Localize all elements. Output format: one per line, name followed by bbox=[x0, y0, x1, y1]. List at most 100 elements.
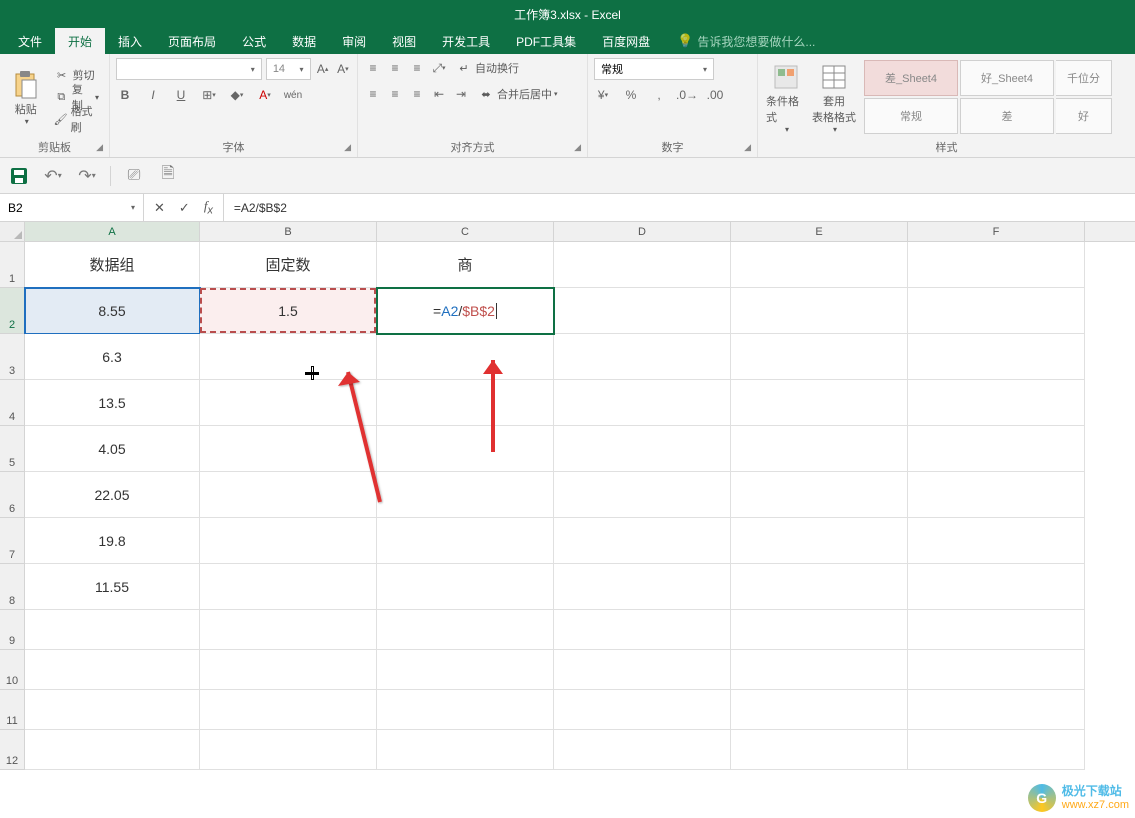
print-preview-icon[interactable]: 🗎 bbox=[157, 165, 179, 187]
cell-F6[interactable] bbox=[908, 472, 1085, 518]
cell-B4[interactable] bbox=[200, 380, 377, 426]
cell-A9[interactable] bbox=[25, 610, 200, 650]
font-color-button[interactable]: A▾ bbox=[256, 86, 274, 104]
col-header-D[interactable]: D bbox=[554, 222, 731, 241]
accounting-format-icon[interactable]: ¥▾ bbox=[594, 86, 612, 104]
font-name-combo[interactable]: ▾ bbox=[116, 58, 262, 80]
cell-C9[interactable] bbox=[377, 610, 554, 650]
cell-F1[interactable] bbox=[908, 242, 1085, 288]
cell-C11[interactable] bbox=[377, 690, 554, 730]
increase-font-icon[interactable]: A▴ bbox=[315, 60, 331, 78]
touch-mode-icon[interactable]: ⎚ bbox=[123, 165, 145, 187]
style-swatch-1[interactable]: 差_Sheet4 bbox=[864, 60, 958, 96]
decrease-font-icon[interactable]: A▾ bbox=[335, 60, 351, 78]
tab-formulas[interactable]: 公式 bbox=[229, 28, 279, 54]
cell-B3[interactable] bbox=[200, 334, 377, 380]
cell-B6[interactable] bbox=[200, 472, 377, 518]
style-swatch-2[interactable]: 好_Sheet4 bbox=[960, 60, 1054, 96]
cell-A3[interactable]: 6.3 bbox=[25, 334, 200, 380]
row-header-10[interactable]: 10 bbox=[0, 650, 25, 690]
orientation-icon[interactable]: ⤢▾ bbox=[430, 59, 448, 77]
fill-color-button[interactable]: ◆▾ bbox=[228, 86, 246, 104]
cell-D9[interactable] bbox=[554, 610, 731, 650]
align-center-icon[interactable]: ≡ bbox=[386, 85, 404, 103]
cell-C6[interactable] bbox=[377, 472, 554, 518]
font-dialog-launcher[interactable]: ◢ bbox=[344, 142, 351, 153]
cell-E5[interactable] bbox=[731, 426, 908, 472]
cell-B12[interactable] bbox=[200, 730, 377, 770]
tab-baidu[interactable]: 百度网盘 bbox=[589, 28, 663, 54]
cell-B11[interactable] bbox=[200, 690, 377, 730]
style-swatch-3[interactable]: 千位分 bbox=[1056, 60, 1112, 96]
row-header-1[interactable]: 1 bbox=[0, 242, 25, 288]
redo-button[interactable]: ↷▾ bbox=[76, 165, 98, 187]
cell-D1[interactable] bbox=[554, 242, 731, 288]
cell-B10[interactable] bbox=[200, 650, 377, 690]
cell-C8[interactable] bbox=[377, 564, 554, 610]
insert-function-button[interactable]: fx bbox=[204, 198, 213, 217]
tab-file[interactable]: 文件 bbox=[5, 28, 55, 54]
tab-review[interactable]: 审阅 bbox=[329, 28, 379, 54]
cell-C10[interactable] bbox=[377, 650, 554, 690]
style-swatch-6[interactable]: 好 bbox=[1056, 98, 1112, 134]
wrap-text-button[interactable]: ↵自动换行 bbox=[452, 58, 523, 78]
cell-styles-gallery[interactable]: 差_Sheet4 好_Sheet4 千位分 常规 差 好 bbox=[864, 60, 1112, 134]
cell-A8[interactable]: 11.55 bbox=[25, 564, 200, 610]
format-as-table-button[interactable]: 套用 表格格式▾ bbox=[812, 57, 856, 138]
cell-C4[interactable] bbox=[377, 380, 554, 426]
tab-home[interactable]: 开始 bbox=[55, 28, 105, 54]
style-swatch-4[interactable]: 常规 bbox=[864, 98, 958, 134]
cell-F9[interactable] bbox=[908, 610, 1085, 650]
cell-A7[interactable]: 19.8 bbox=[25, 518, 200, 564]
cell-C7[interactable] bbox=[377, 518, 554, 564]
cell-F4[interactable] bbox=[908, 380, 1085, 426]
row-header-11[interactable]: 11 bbox=[0, 690, 25, 730]
number-format-combo[interactable]: 常规▾ bbox=[594, 58, 714, 80]
align-top-icon[interactable]: ≡ bbox=[364, 59, 382, 77]
cell-C5[interactable] bbox=[377, 426, 554, 472]
cell-A5[interactable]: 4.05 bbox=[25, 426, 200, 472]
cancel-formula-button[interactable]: ✕ bbox=[154, 200, 165, 216]
cell-E7[interactable] bbox=[731, 518, 908, 564]
save-button[interactable] bbox=[8, 165, 30, 187]
cell-A6[interactable]: 22.05 bbox=[25, 472, 200, 518]
align-right-icon[interactable]: ≡ bbox=[408, 85, 426, 103]
cell-B5[interactable] bbox=[200, 426, 377, 472]
tab-developer[interactable]: 开发工具 bbox=[429, 28, 503, 54]
border-button[interactable]: ⊞▾ bbox=[200, 86, 218, 104]
cell-E11[interactable] bbox=[731, 690, 908, 730]
percent-format-icon[interactable]: % bbox=[622, 86, 640, 104]
col-header-E[interactable]: E bbox=[731, 222, 908, 241]
increase-decimal-icon[interactable]: .0→ bbox=[678, 86, 696, 104]
cell-E3[interactable] bbox=[731, 334, 908, 380]
cell-E10[interactable] bbox=[731, 650, 908, 690]
cell-D6[interactable] bbox=[554, 472, 731, 518]
number-dialog-launcher[interactable]: ◢ bbox=[744, 142, 751, 153]
cell-E6[interactable] bbox=[731, 472, 908, 518]
cell-A11[interactable] bbox=[25, 690, 200, 730]
row-header-9[interactable]: 9 bbox=[0, 610, 25, 650]
cell-E9[interactable] bbox=[731, 610, 908, 650]
tell-me-search[interactable]: 💡 告诉我您想要做什么... bbox=[677, 28, 815, 54]
row-header-8[interactable]: 8 bbox=[0, 564, 25, 610]
cell-C1[interactable]: 商 bbox=[377, 242, 554, 288]
align-middle-icon[interactable]: ≡ bbox=[386, 59, 404, 77]
phonetic-button[interactable]: wén bbox=[284, 86, 302, 104]
cell-D3[interactable] bbox=[554, 334, 731, 380]
increase-indent-icon[interactable]: ⇥ bbox=[452, 85, 470, 103]
cell-C12[interactable] bbox=[377, 730, 554, 770]
formula-input[interactable]: =A2/$B$2 bbox=[224, 194, 1135, 221]
cell-F11[interactable] bbox=[908, 690, 1085, 730]
decrease-indent-icon[interactable]: ⇤ bbox=[430, 85, 448, 103]
cell-F3[interactable] bbox=[908, 334, 1085, 380]
cell-A12[interactable] bbox=[25, 730, 200, 770]
cell-D8[interactable] bbox=[554, 564, 731, 610]
italic-button[interactable]: I bbox=[144, 86, 162, 104]
paste-button[interactable]: 粘贴▾ bbox=[6, 65, 46, 130]
cell-D12[interactable] bbox=[554, 730, 731, 770]
cell-A10[interactable] bbox=[25, 650, 200, 690]
cell-F2[interactable] bbox=[908, 288, 1085, 334]
cell-E2[interactable] bbox=[731, 288, 908, 334]
cell-B1[interactable]: 固定数 bbox=[200, 242, 377, 288]
cell-F7[interactable] bbox=[908, 518, 1085, 564]
